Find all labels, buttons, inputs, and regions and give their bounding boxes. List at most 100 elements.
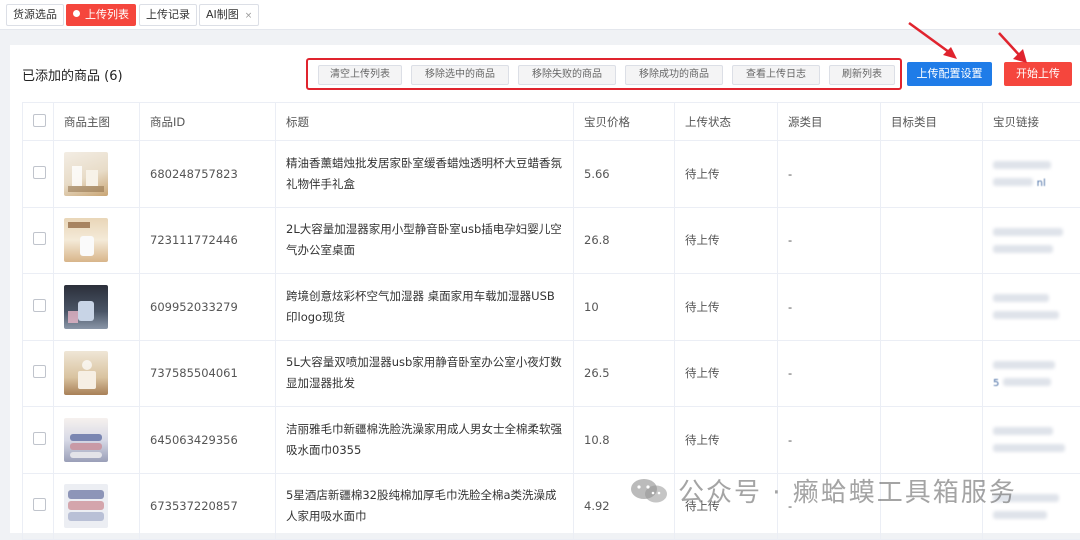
upload-status: 待上传 [675,207,778,274]
tab-label: 货源选品 [13,8,57,21]
tab-source-selection[interactable]: 货源选品 [6,4,64,26]
product-link[interactable] [983,407,1080,474]
target-category [881,274,983,341]
product-title: 2L大容量加湿器家用小型静音卧室usb插电孕妇婴儿空气办公室桌面 [276,207,574,274]
table-row[interactable]: 723111772446 2L大容量加湿器家用小型静音卧室usb插电孕妇婴儿空气… [23,207,1080,274]
product-price: 5.66 [574,141,675,208]
blurred-link [993,161,1051,169]
row-checkbox[interactable] [33,432,46,445]
blurred-link [993,228,1063,236]
blurred-link [993,427,1053,435]
product-id: 680248757823 [140,141,276,208]
target-category [881,207,983,274]
blurred-link [993,361,1055,369]
list-actions-group: 清空上传列表 移除选中的商品 移除失败的商品 移除成功的商品 查看上传日志 刷新… [306,58,902,90]
upload-status: 待上传 [675,274,778,341]
select-all-cell [23,103,54,141]
blurred-link [993,245,1053,253]
blurred-link [1003,378,1051,386]
close-icon[interactable]: × [245,11,253,21]
upload-status: 待上传 [675,407,778,474]
clear-list-button[interactable]: 清空上传列表 [318,65,402,85]
source-category: - [778,141,881,208]
product-price: 26.8 [574,207,675,274]
active-dot-icon [73,10,80,17]
product-title: 5L大容量双喷加湿器usb家用静音卧室办公室小夜灯数显加湿器批发 [276,340,574,407]
page-title: 已添加的商品 (6) [22,65,123,84]
blurred-link [993,178,1033,186]
table-row[interactable]: 680248757823 精油香薰蜡烛批发居家卧室缓香蜡烛透明杯大豆蜡香氛礼物伴… [23,141,1080,208]
column-header: 商品主图 [54,103,140,141]
refresh-list-button[interactable]: 刷新列表 [829,65,895,85]
source-category: - [778,407,881,474]
column-header: 宝贝价格 [574,103,675,141]
watermark: 公众号 · 癞蛤蟆工具箱服务 [628,470,1017,510]
tab-label: 上传记录 [146,8,190,21]
remove-failed-button[interactable]: 移除失败的商品 [518,65,616,85]
column-header: 目标类目 [881,103,983,141]
column-header: 标题 [276,103,574,141]
product-id: 645063429356 [140,407,276,474]
upload-status: 待上传 [675,141,778,208]
view-log-button[interactable]: 查看上传日志 [732,65,820,85]
wechat-icon [628,475,670,505]
row-checkbox[interactable] [33,166,46,179]
product-image [64,218,108,262]
table-row[interactable]: 645063429356 洁丽雅毛巾新疆棉洗脸洗澡家用成人男女士全棉柔软强吸水面… [23,407,1080,474]
source-category: - [778,340,881,407]
row-checkbox[interactable] [33,232,46,245]
tab-ai-image[interactable]: AI制图× [199,4,259,26]
annotation-arrow-icon [995,29,1035,67]
product-image [64,285,108,329]
annotation-arrow-icon [905,19,965,63]
target-category [881,407,983,474]
tab-upload-records[interactable]: 上传记录 [139,4,197,26]
product-price: 10.8 [574,407,675,474]
product-link[interactable]: nl [983,141,1080,208]
upload-list-panel: 已添加的商品 (6) 清空上传列表 移除选中的商品 移除失败的商品 移除成功的商… [10,45,1080,533]
row-checkbox[interactable] [33,498,46,511]
row-checkbox[interactable] [33,365,46,378]
product-image [64,351,108,395]
source-category: - [778,274,881,341]
table-row[interactable]: 609952033279 跨境创意炫彩杯空气加湿器 桌面家用车载加湿器USB印l… [23,274,1080,341]
product-id: 723111772446 [140,207,276,274]
product-link[interactable] [983,274,1080,341]
table-header-row: 商品主图 商品ID 标题 宝贝价格 上传状态 源类目 目标类目 宝贝链接 [23,103,1080,141]
column-header: 商品ID [140,103,276,141]
blurred-link [993,444,1065,452]
upload-status: 待上传 [675,340,778,407]
column-header: 源类目 [778,103,881,141]
blurred-link [993,511,1047,519]
blurred-link [993,294,1049,302]
remove-success-button[interactable]: 移除成功的商品 [625,65,723,85]
product-price: 26.5 [574,340,675,407]
product-link[interactable]: 5 [983,340,1080,407]
product-image [64,152,108,196]
upload-config-button[interactable]: 上传配置设置 [907,62,992,86]
product-image [64,484,108,528]
product-title: 跨境创意炫彩杯空气加湿器 桌面家用车载加湿器USB印logo现货 [276,274,574,341]
product-price: 10 [574,274,675,341]
product-id: 673537220857 [140,473,276,540]
link-text: 5 [993,378,999,389]
tab-upload-list[interactable]: 上传列表 [66,4,136,26]
product-id: 737585504061 [140,340,276,407]
target-category [881,141,983,208]
table-row[interactable]: 737585504061 5L大容量双喷加湿器usb家用静音卧室办公室小夜灯数显… [23,340,1080,407]
blurred-link [993,311,1059,319]
source-category: - [778,207,881,274]
select-all-checkbox[interactable] [33,114,46,127]
product-title: 洁丽雅毛巾新疆棉洗脸洗澡家用成人男女士全棉柔软强吸水面巾0355 [276,407,574,474]
tab-label: 上传列表 [85,8,129,21]
column-header: 宝贝链接 [983,103,1080,141]
product-image [64,418,108,462]
target-category [881,340,983,407]
link-text: nl [1037,178,1046,189]
product-link[interactable] [983,207,1080,274]
watermark-text: 公众号 · 癞蛤蟆工具箱服务 [678,472,1017,509]
remove-selected-button[interactable]: 移除选中的商品 [411,65,509,85]
product-title: 精油香薰蜡烛批发居家卧室缓香蜡烛透明杯大豆蜡香氛礼物伴手礼盒 [276,141,574,208]
row-checkbox[interactable] [33,299,46,312]
product-title: 5星酒店新疆棉32股纯棉加厚毛巾洗脸全棉a类洗澡成人家用吸水面巾 [276,473,574,540]
